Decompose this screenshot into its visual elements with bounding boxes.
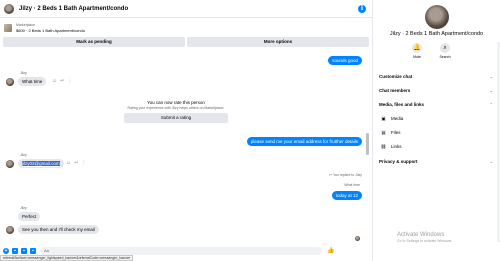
message-incoming[interactable]: See you then and I'll check my email [18,225,99,234]
info-icon[interactable]: i [358,5,366,13]
chevron-down-icon: ⌄ [489,159,493,164]
search-label: Search [439,55,451,59]
message-tools: ☺ ↩ ⋮ [52,77,72,85]
more-icon[interactable]: ⋮ [81,159,86,167]
chat-members-section[interactable]: Chat members ⌄ [379,88,493,93]
image-icon: ▣ [381,116,386,121]
app: Jilzy · 2 Beds 1 Bath Apartment/condo i … [0,0,500,261]
message-tools: ☺ ↩ ⋮ [66,159,86,167]
avatar[interactable] [6,160,14,168]
sender-name: Jilzy [20,71,27,75]
message-outgoing[interactable]: today at 12 [331,191,362,200]
sender-name: Jilzy [20,153,27,157]
mark-as-pending-button[interactable]: Mark as pending [3,37,185,47]
scrollbar[interactable] [366,133,369,155]
avatar[interactable] [6,226,14,234]
chat-pane: Jilzy · 2 Beds 1 Bath Apartment/condo i … [0,0,372,261]
react-icon[interactable]: ☺ [66,159,71,167]
privacy-support-section[interactable]: Privacy & support ⌄ [379,159,493,164]
sender-name: Jilzy [20,206,27,210]
rating-prompt: You can now rate this person Rating your… [120,100,232,134]
quoted-message[interactable]: What time [344,183,360,187]
rating-title: You can now rate this person [147,100,205,105]
email-link[interactable]: jilzy03@gmail.com [22,161,60,166]
more-options-button[interactable]: More options [187,37,369,47]
search-button[interactable]: ⌕ Search [438,43,452,59]
chevron-down-icon: ⌄ [489,74,493,79]
like-icon[interactable]: 👍 [327,247,334,255]
listing-banner[interactable]: Marketplace $600 · 2 Beds 1 Bath Apartme… [0,20,372,35]
chat-title[interactable]: Jilzy · 2 Beds 1 Bath Apartment/condo [19,6,128,12]
search-icon: ⌕ [440,43,450,53]
info-panel: Jilzy · 2 Beds 1 Bath Apartment/condo 🔔 … [372,0,500,261]
gif-icon[interactable]: ▪ [30,247,36,254]
message-input[interactable]: Aa [40,246,322,255]
message-incoming[interactable]: What time [18,77,47,86]
read-receipt-avatar [355,236,360,241]
chevron-down-icon: ⌄ [489,88,493,93]
message-incoming[interactable]: jilzy03@gmail.com [18,159,64,168]
submit-rating-button[interactable]: Submit a rating [124,113,228,123]
link-icon: ⛓ [381,144,387,149]
customize-chat-section[interactable]: Customize chat ⌄ [379,74,493,79]
avatar[interactable] [6,78,14,86]
chevron-up-icon: ⌃ [489,102,493,107]
message-incoming[interactable]: Perfect [18,212,41,221]
reply-icon[interactable]: ↩ [60,77,64,85]
links-item[interactable]: ⛓ Links [381,144,402,149]
listing-actions: Mark as pending More options [3,37,369,47]
chat-header: Jilzy · 2 Beds 1 Bath Apartment/condo i [0,0,372,18]
add-icon[interactable]: + [3,247,9,254]
mute-button[interactable]: 🔔 Mute [410,43,424,59]
message-outgoing[interactable]: please send me your email address for fr… [246,137,362,146]
replied-indicator: ↩ You replied to Jilzy [329,173,362,177]
panel-title: Jilzy · 2 Beds 1 Bath Apartment/condo [389,31,484,37]
activate-windows-watermark: Activate Windows Go to Settings to activ… [397,232,453,243]
file-icon: ▤ [381,130,386,135]
bell-icon: 🔔 [412,43,422,53]
avatar[interactable] [425,5,449,29]
reply-icon[interactable]: ↩ [74,159,78,167]
files-item[interactable]: ▤ Files [381,130,401,135]
avatar[interactable] [4,3,14,14]
listing-name: $600 · 2 Beds 1 Bath Apartment/condo [16,27,85,33]
react-icon[interactable]: ☺ [52,77,57,85]
message-outgoing[interactable]: sounds good [328,56,362,65]
sticker-icon[interactable]: ▪ [21,247,27,254]
status-url: referralSurface=messenger_lightspeed_ban… [0,255,134,261]
rating-subtitle: Rating your experience with Jilzy helps … [127,106,225,110]
more-icon[interactable]: ⋮ [67,77,72,85]
media-files-section[interactable]: Media, files and links ⌃ [379,102,493,107]
media-item[interactable]: ▣ Media [381,116,403,121]
mute-label: Mute [413,55,421,59]
listing-thumbnail [4,23,12,32]
panel-actions: 🔔 Mute ⌕ Search [410,43,452,59]
image-icon[interactable]: ▪ [12,247,18,254]
